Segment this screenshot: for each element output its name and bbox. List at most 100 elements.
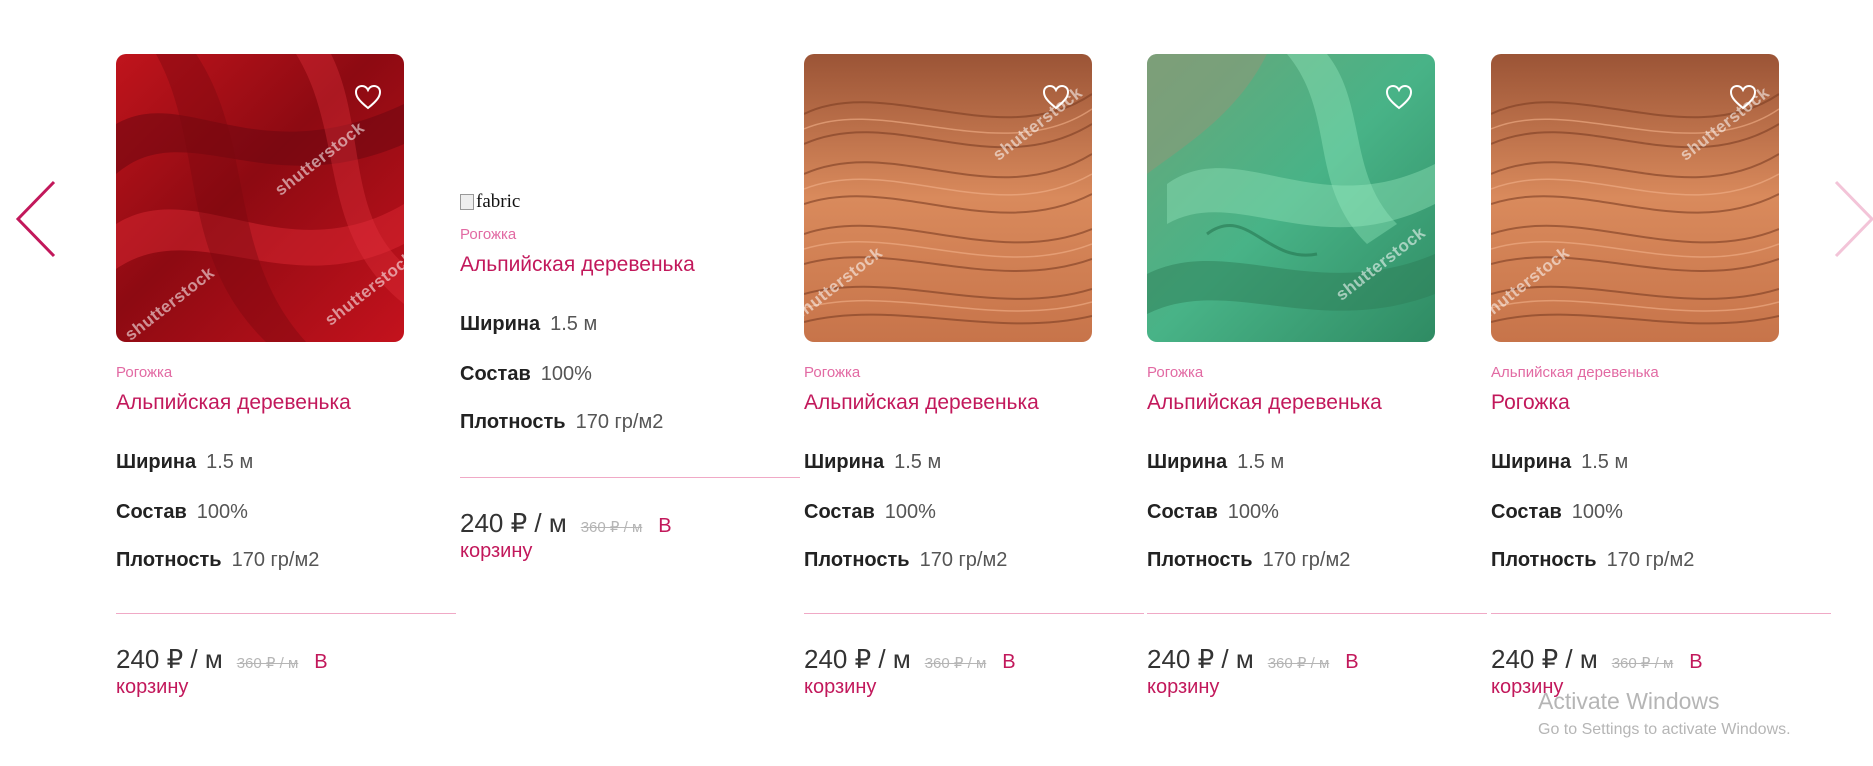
spec-composition: Состав 100% (460, 363, 800, 387)
spec-value: 100% (1227, 501, 1279, 523)
spec-label: Плотность (1491, 549, 1597, 571)
spec-density: Плотность 170 гр/м2 (804, 549, 1144, 573)
broken-image[interactable]: fabric (460, 190, 800, 214)
divider (460, 477, 800, 478)
spec-composition: Состав 100% (1491, 501, 1831, 525)
product-category: Рогожка (1147, 364, 1204, 381)
spec-density: Плотность 170 гр/м2 (1147, 549, 1487, 573)
product-image[interactable]: shutterstock shutterstock (1491, 54, 1779, 342)
price: 240 ₽ / м (1491, 644, 1598, 674)
price-row: 240 ₽ / м 360 ₽ / м В (116, 644, 456, 674)
old-price: 360 ₽ / м (1611, 655, 1674, 672)
spec-value: 1.5 м (1581, 451, 1629, 473)
old-price: 360 ₽ / м (1267, 655, 1330, 672)
product-title[interactable]: Альпийская деревенька (460, 253, 800, 281)
spec-density: Плотность 170 гр/м2 (1491, 549, 1831, 573)
spec-value: 1.5 м (894, 451, 942, 473)
add-to-cart-link[interactable]: корзину (460, 540, 800, 566)
spec-value: 170 гр/м2 (1606, 549, 1695, 571)
price-row: 240 ₽ / м 360 ₽ / м В (460, 508, 800, 538)
product-category: Рогожка (116, 364, 173, 381)
heart-icon (1729, 84, 1757, 110)
product-title[interactable]: Альпийская деревенька (1147, 391, 1487, 419)
spec-composition: Состав 100% (1147, 501, 1487, 525)
spec-value: 170 гр/м2 (231, 549, 320, 571)
product-category: Рогожка (804, 364, 861, 381)
price-row: 240 ₽ / м 360 ₽ / м В (1147, 644, 1487, 674)
heart-icon (1385, 84, 1413, 110)
favorite-button[interactable] (1042, 84, 1070, 110)
product-title[interactable]: Альпийская деревенька (804, 391, 1144, 419)
add-to-cart-link[interactable]: корзину (1147, 676, 1487, 702)
price-row: 240 ₽ / м 360 ₽ / м В (1491, 644, 1831, 674)
product-image[interactable]: shutterstock shutterstock (804, 54, 1092, 342)
product-image[interactable]: shutterstock (1147, 54, 1435, 342)
product-category: Альпийская деревенька (1491, 364, 1659, 381)
product-card[interactable]: shutterstock Рогожка Альпийская деревень… (1147, 54, 1487, 702)
product-card[interactable]: shutterstock shutterstock shutterstock Р… (116, 54, 456, 702)
heart-icon (354, 84, 382, 110)
spec-width: Ширина 1.5 м (1147, 451, 1487, 475)
add-to-cart-link[interactable]: В (1689, 651, 1702, 673)
carousel-prev-button[interactable] (14, 180, 58, 263)
add-to-cart-link[interactable]: В (1002, 651, 1015, 673)
product-card[interactable]: shutterstock shutterstock Рогожка Альпий… (804, 54, 1144, 702)
spec-value: 170 гр/м2 (919, 549, 1008, 571)
spec-label: Ширина (116, 451, 197, 473)
product-image[interactable]: shutterstock shutterstock shutterstock (116, 54, 404, 342)
old-price: 360 ₽ / м (236, 655, 299, 672)
price: 240 ₽ / м (804, 644, 911, 674)
spec-label: Ширина (1147, 451, 1228, 473)
add-to-cart-link[interactable]: В (1345, 651, 1358, 673)
spec-label: Состав (1491, 501, 1562, 523)
spec-label: Состав (460, 363, 531, 385)
add-to-cart-link[interactable]: корзину (804, 676, 1144, 702)
spec-value: 170 гр/м2 (575, 411, 664, 433)
spec-label: Ширина (804, 451, 885, 473)
activation-subtitle: Go to Settings to activate Windows. (1538, 721, 1791, 738)
spec-value: 100% (1571, 501, 1623, 523)
spec-label: Состав (116, 501, 187, 523)
spec-value: 100% (540, 363, 592, 385)
spec-label: Плотность (460, 411, 566, 433)
favorite-button[interactable] (1385, 84, 1413, 110)
image-alt-text: fabric (476, 191, 521, 212)
carousel-next-button[interactable] (1832, 180, 1873, 263)
windows-activation-watermark: Activate Windows Go to Settings to activ… (1538, 688, 1791, 739)
broken-image-icon (460, 194, 474, 210)
divider (1147, 613, 1487, 614)
price: 240 ₽ / м (1147, 644, 1254, 674)
price: 240 ₽ / м (460, 508, 567, 538)
spec-label: Плотность (1147, 549, 1253, 571)
product-title[interactable]: Рогожка (1491, 391, 1831, 419)
price-row: 240 ₽ / м 360 ₽ / м В (804, 644, 1144, 674)
spec-value: 1.5 м (206, 451, 254, 473)
spec-composition: Состав 100% (804, 501, 1144, 525)
spec-density: Плотность 170 гр/м2 (116, 549, 456, 573)
old-price: 360 ₽ / м (580, 519, 643, 536)
product-title[interactable]: Альпийская деревенька (116, 391, 456, 419)
spec-label: Плотность (804, 549, 910, 571)
spec-composition: Состав 100% (116, 501, 456, 525)
divider (804, 613, 1144, 614)
product-card[interactable]: fabric Рогожка Альпийская деревенька Шир… (460, 190, 800, 566)
spec-label: Состав (804, 501, 875, 523)
heart-icon (1042, 84, 1070, 110)
product-card[interactable]: shutterstock shutterstock Альпийская дер… (1491, 54, 1831, 702)
add-to-cart-link[interactable]: В (314, 651, 327, 673)
chevron-right-icon (1834, 180, 1873, 258)
spec-label: Состав (1147, 501, 1218, 523)
spec-value: 1.5 м (550, 313, 598, 335)
old-price: 360 ₽ / м (924, 655, 987, 672)
spec-label: Ширина (460, 313, 541, 335)
spec-value: 100% (884, 501, 936, 523)
favorite-button[interactable] (1729, 84, 1757, 110)
spec-label: Плотность (116, 549, 222, 571)
divider (116, 613, 456, 614)
price: 240 ₽ / м (116, 644, 223, 674)
favorite-button[interactable] (354, 84, 382, 110)
spec-width: Ширина 1.5 м (804, 451, 1144, 475)
spec-width: Ширина 1.5 м (460, 313, 800, 337)
add-to-cart-link[interactable]: В (658, 515, 671, 537)
add-to-cart-link[interactable]: корзину (116, 676, 456, 702)
